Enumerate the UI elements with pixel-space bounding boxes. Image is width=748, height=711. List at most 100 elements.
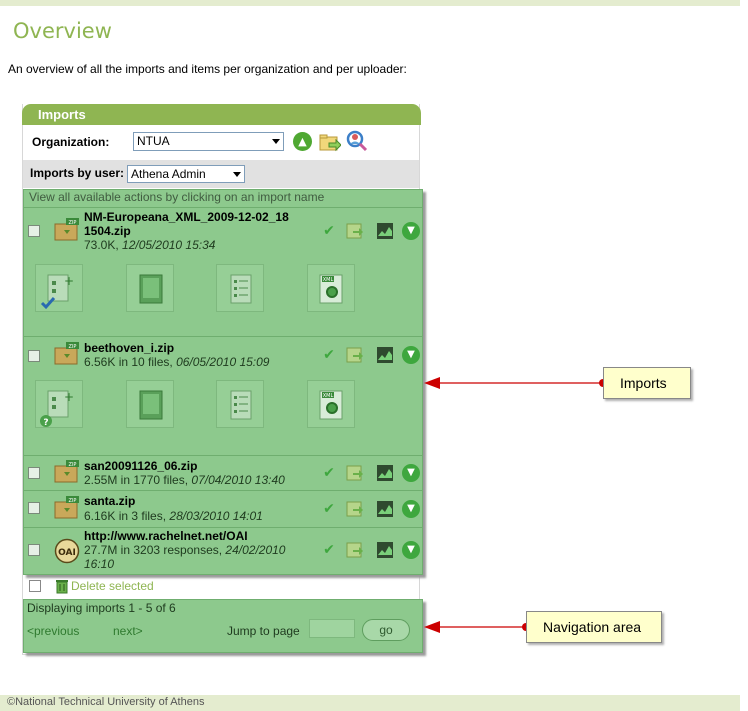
import-info-line2: 16:10 [84, 557, 114, 571]
zip-label: ZIP [69, 344, 77, 350]
import-checkbox[interactable] [28, 350, 40, 362]
pagination-status: Displaying imports 1 - 5 of 6 [27, 601, 176, 615]
import-date: 24/02/2010 [225, 543, 286, 557]
xml-settings-button[interactable]: XML [307, 380, 355, 428]
select-all-checkbox[interactable] [29, 580, 41, 592]
jump-to-page-label: Jump to page [227, 624, 300, 638]
transform-icon[interactable] [346, 464, 364, 482]
transform-icon[interactable] [346, 346, 364, 364]
zip-folder-icon: ZIP [54, 460, 79, 483]
validate-check-icon[interactable]: ✔ [320, 346, 338, 364]
transform-icon[interactable] [346, 222, 364, 240]
download-icon[interactable]: ▼ [402, 464, 420, 482]
import-row[interactable]: ZIP NM-Europeana_XML_2009-12-02_18 1504.… [24, 207, 422, 253]
chart-icon[interactable] [376, 541, 394, 559]
oai-icon: OAI [54, 538, 80, 564]
import-actions-panel: +? XML [24, 375, 422, 455]
import-name[interactable]: santa.zip [84, 494, 135, 508]
xml-gear-icon: XML [319, 274, 343, 304]
chart-icon[interactable] [376, 346, 394, 364]
next-link[interactable]: next> [113, 624, 143, 638]
item-list-button[interactable] [216, 264, 264, 312]
import-checkbox[interactable] [28, 467, 40, 479]
panel-header: Imports [22, 104, 421, 125]
browse-items-button[interactable] [126, 264, 174, 312]
import-date: 07/04/2010 13:40 [191, 473, 285, 487]
validate-check-icon[interactable]: ✔ [320, 500, 338, 518]
import-name-line1: NM-Europeana_XML_2009-12-02_18 [84, 210, 289, 224]
imports-panel: Imports Organization: NTUA ▲ Imports by … [22, 104, 423, 655]
validate-check-icon[interactable]: ✔ [320, 464, 338, 482]
item-list-button[interactable] [216, 380, 264, 428]
imports-by-user-value: Athena Admin [131, 167, 206, 181]
zip-folder-icon: ZIP [54, 496, 79, 519]
trash-icon[interactable] [55, 578, 69, 594]
browse-items-button[interactable] [126, 380, 174, 428]
folder-arrow-icon[interactable] [319, 131, 341, 153]
imports-by-user-label: Imports by user: [30, 166, 125, 180]
navigation-callout: Navigation area [526, 611, 662, 643]
import-size: 6.56K in 10 files, [84, 355, 177, 369]
chart-icon[interactable] [376, 464, 394, 482]
user-search-icon[interactable] [345, 129, 369, 153]
go-button[interactable]: go [362, 619, 410, 641]
go-up-icon[interactable]: ▲ [293, 132, 312, 151]
transform-icon[interactable] [346, 541, 364, 559]
import-name[interactable]: beethoven_i.zip [84, 341, 174, 355]
import-row[interactable]: ZIP santa.zip 6.16K in 3 files, 28/03/20… [24, 490, 422, 526]
import-name[interactable]: san20091126_06.zip [84, 459, 197, 473]
transform-icon[interactable] [346, 500, 364, 518]
navigation-callout-text: Navigation area [543, 619, 642, 635]
import-checkbox[interactable] [28, 502, 40, 514]
import-checkbox[interactable] [28, 225, 40, 237]
import-row[interactable]: ZIP beethoven_i.zip 6.56K in 10 files, 0… [24, 336, 422, 374]
chevron-down-icon [233, 172, 241, 177]
import-row[interactable]: ZIP san20091126_06.zip 2.55M in 1770 fil… [24, 455, 422, 489]
download-icon[interactable]: ▼ [402, 500, 420, 518]
zip-folder-icon: ZIP [54, 342, 79, 365]
organization-value: NTUA [137, 134, 170, 148]
import-name[interactable]: NM-Europeana_XML_2009-12-02_18 1504.zip [84, 210, 289, 238]
validate-check-icon[interactable]: ✔ [320, 541, 338, 559]
jump-page-input[interactable] [309, 619, 355, 638]
organization-select[interactable]: NTUA [133, 132, 284, 151]
footer-bar: ©National Technical University of Athens [0, 695, 740, 711]
book-icon [139, 390, 163, 420]
import-checkbox[interactable] [28, 544, 40, 556]
mapping-button[interactable]: +? [35, 380, 83, 428]
download-icon[interactable]: ▼ [402, 541, 420, 559]
checklist-icon [230, 274, 252, 304]
zip-folder-icon: ZIP [54, 218, 79, 241]
nav-arrow-head [424, 621, 440, 633]
import-name[interactable]: http://www.rachelnet.net/OAI [84, 529, 248, 543]
xml-settings-button[interactable]: XML [307, 264, 355, 312]
import-actions-panel: + XML [24, 254, 422, 336]
download-icon[interactable]: ▼ [402, 222, 420, 240]
hint-text: View all available actions by clicking o… [29, 190, 325, 204]
intro-text: An overview of all the imports and items… [8, 62, 407, 76]
previous-link[interactable]: <previous [27, 624, 79, 638]
validate-check-icon[interactable]: ✔ [320, 222, 338, 240]
import-date: 28/03/2010 14:01 [169, 509, 263, 523]
imports-by-user-select[interactable]: Athena Admin [127, 165, 245, 183]
import-row[interactable]: OAI http://www.rachelnet.net/OAI 27.7M i… [24, 527, 422, 574]
checklist-icon [230, 390, 252, 420]
delete-selected-link[interactable]: Delete selected [71, 579, 154, 593]
zip-label: ZIP [69, 498, 77, 504]
xml-label: XML [323, 277, 334, 283]
import-info: 6.16K in 3 files, 28/03/2010 14:01 [84, 509, 263, 523]
mapping-button[interactable]: + [35, 264, 83, 312]
footer-text: ©National Technical University of Athens [7, 696, 205, 708]
mapping-icon: +? [40, 390, 74, 428]
zip-label: ZIP [69, 462, 77, 468]
navigation-area: Displaying imports 1 - 5 of 6 <previous … [23, 599, 423, 653]
download-icon[interactable]: ▼ [402, 346, 420, 364]
chart-icon[interactable] [376, 500, 394, 518]
book-icon [139, 274, 163, 304]
svg-text:+: + [64, 390, 74, 404]
chart-icon[interactable] [376, 222, 394, 240]
import-size: 6.16K in 3 files, [84, 509, 170, 523]
imports-callout: Imports [603, 367, 691, 399]
mapping-icon: + [40, 274, 74, 310]
organization-label: Organization: [32, 135, 110, 149]
